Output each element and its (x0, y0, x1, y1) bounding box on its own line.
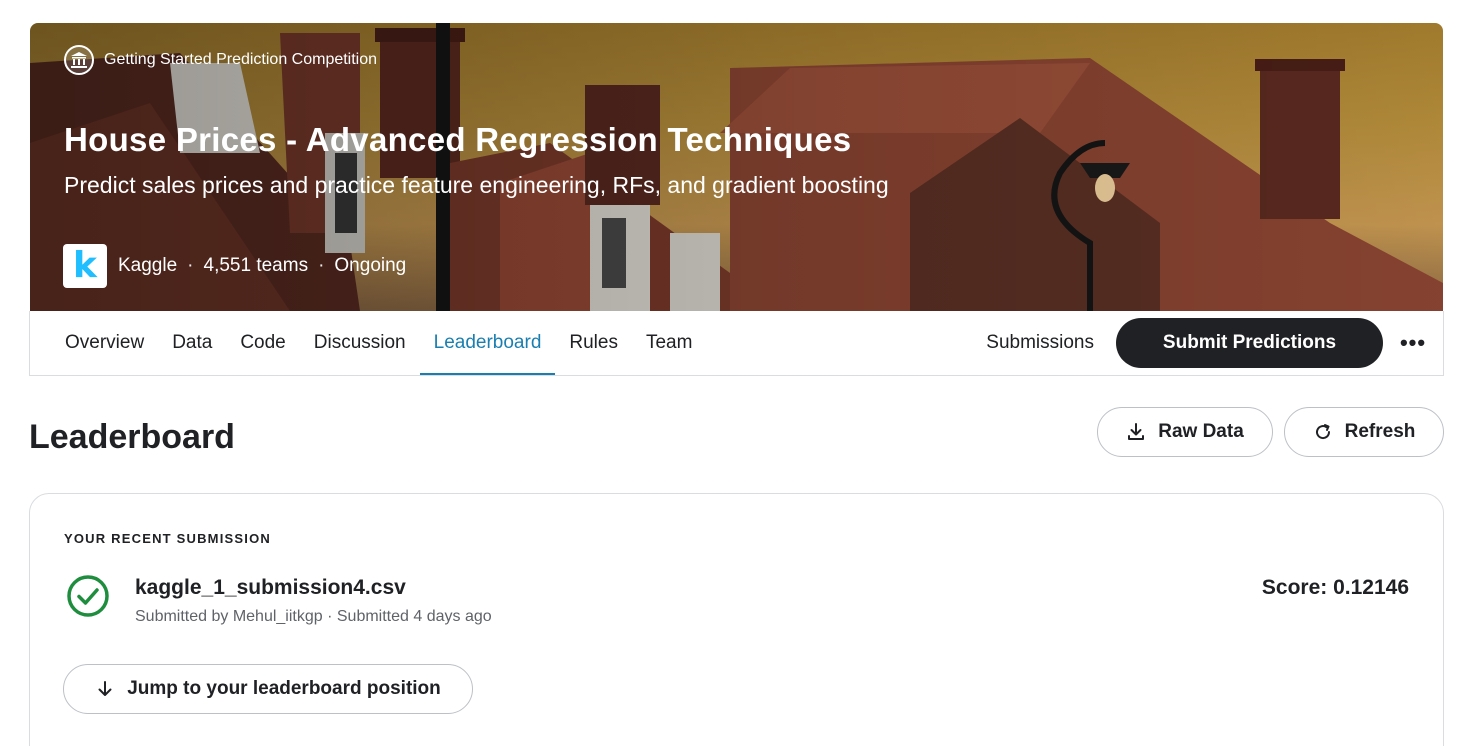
submission-file-name[interactable]: kaggle_1_submission4.csv (135, 576, 406, 600)
jump-label: Jump to your leaderboard position (127, 678, 441, 699)
tab-data[interactable]: Data (158, 311, 226, 375)
refresh-label: Refresh (1344, 421, 1416, 442)
separator-dot: · (187, 255, 194, 276)
tab-code[interactable]: Code (226, 311, 299, 375)
check-circle-icon (67, 575, 109, 617)
jump-to-position-button[interactable]: Jump to your leaderboard position (63, 664, 473, 714)
separator-dot: · (318, 255, 325, 276)
competition-subtitle: Predict sales prices and practice featur… (64, 172, 889, 198)
competition-tab-bar: Overview Data Code Discussion Leaderboar… (29, 311, 1444, 376)
refresh-button[interactable]: Refresh (1284, 407, 1444, 457)
institution-icon (64, 45, 94, 75)
more-options-icon[interactable]: ••• (1383, 318, 1443, 368)
tab-rules[interactable]: Rules (555, 311, 632, 375)
tab-team[interactable]: Team (632, 311, 706, 375)
arrow-down-icon (98, 681, 112, 696)
page-title: Leaderboard (29, 418, 235, 456)
submission-score: Score: 0.12146 (1261, 576, 1409, 599)
host-name[interactable]: Kaggle (118, 255, 177, 277)
tab-list: Overview Data Code Discussion Leaderboar… (51, 311, 706, 375)
submissions-link[interactable]: Submissions (986, 332, 1094, 354)
competition-meta: k Kaggle · 4,551 teams · Ongoing (63, 244, 406, 288)
team-count: 4,551 teams (203, 255, 309, 276)
competition-status: Ongoing (334, 255, 407, 276)
competition-header-banner: Getting Started Prediction Competition H… (30, 23, 1443, 311)
recent-submission-card: YOUR RECENT SUBMISSION kaggle_1_submissi… (29, 493, 1444, 746)
tab-leaderboard[interactable]: Leaderboard (419, 311, 556, 375)
raw-data-label: Raw Data (1158, 421, 1244, 442)
competition-type: Getting Started Prediction Competition (64, 45, 377, 75)
download-icon (1128, 423, 1145, 440)
competition-type-label: Getting Started Prediction Competition (104, 51, 378, 68)
tab-actions: Submissions Submit Predictions ••• (986, 311, 1443, 375)
refresh-icon (1315, 424, 1330, 440)
tab-overview[interactable]: Overview (51, 311, 158, 375)
kaggle-logo[interactable]: k (63, 244, 107, 288)
tab-discussion[interactable]: Discussion (300, 311, 420, 375)
section-label: YOUR RECENT SUBMISSION (64, 531, 271, 546)
competition-title: House Prices - Advanced Regression Techn… (64, 121, 852, 158)
submit-predictions-button[interactable]: Submit Predictions (1116, 318, 1383, 368)
submission-meta: Submitted by Mehul_iitkgp · Submitted 4 … (135, 608, 492, 625)
raw-data-button[interactable]: Raw Data (1097, 407, 1273, 457)
